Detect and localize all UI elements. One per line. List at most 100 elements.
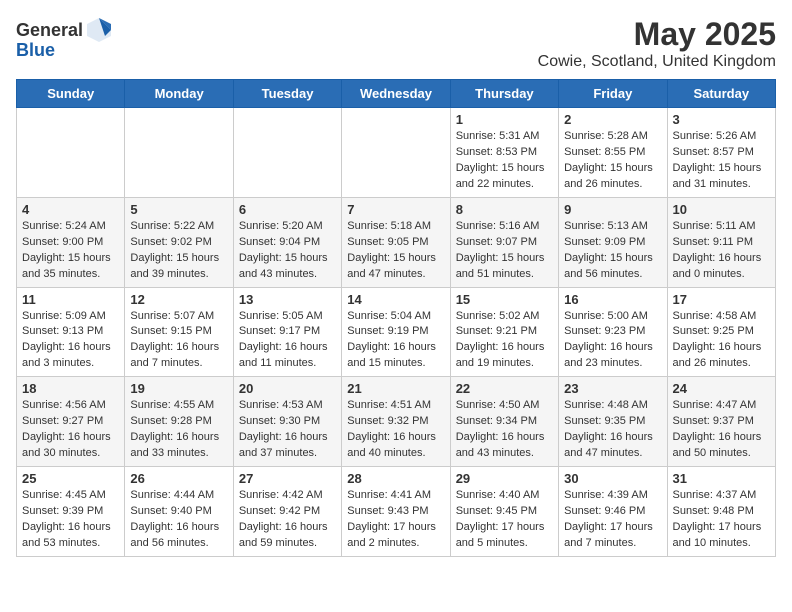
logo-blue: Blue	[16, 40, 55, 61]
calendar-table: Sunday Monday Tuesday Wednesday Thursday…	[16, 79, 776, 557]
calendar-week-row: 18 Sunrise: 4:56 AM Sunset: 9:27 PM Dayli…	[17, 377, 776, 467]
day-info: Sunrise: 4:37 AM Sunset: 9:48 PM Dayligh…	[673, 488, 770, 552]
header-thursday: Thursday	[450, 80, 558, 108]
day-info: Sunrise: 4:47 AM Sunset: 9:37 PM Dayligh…	[673, 398, 770, 462]
day-info: Sunrise: 5:13 AM Sunset: 9:09 PM Dayligh…	[564, 219, 661, 283]
table-row	[125, 108, 233, 198]
day-number: 28	[347, 471, 444, 486]
table-row	[17, 108, 125, 198]
day-number: 13	[239, 292, 336, 307]
day-number: 25	[22, 471, 119, 486]
day-info: Sunrise: 4:51 AM Sunset: 9:32 PM Dayligh…	[347, 398, 444, 462]
header-sunday: Sunday	[17, 80, 125, 108]
day-info: Sunrise: 5:26 AM Sunset: 8:57 PM Dayligh…	[673, 129, 770, 193]
day-number: 26	[130, 471, 227, 486]
day-number: 9	[564, 202, 661, 217]
table-row: 14Sunrise: 5:04 AM Sunset: 9:19 PM Dayli…	[342, 287, 450, 377]
table-row: 6 Sunrise: 5:20 AM Sunset: 9:04 PM Daylig…	[233, 197, 341, 287]
calendar-week-row: 4Sunrise: 5:24 AM Sunset: 9:00 PM Daylig…	[17, 197, 776, 287]
table-row: 18 Sunrise: 4:56 AM Sunset: 9:27 PM Dayli…	[17, 377, 125, 467]
page-header: General Blue May 2025 Cowie, Scotland, U…	[16, 16, 776, 71]
table-row	[233, 108, 341, 198]
table-row: 3 Sunrise: 5:26 AM Sunset: 8:57 PM Daylig…	[667, 108, 775, 198]
table-row: 24 Sunrise: 4:47 AM Sunset: 9:37 PM Dayli…	[667, 377, 775, 467]
table-row: 27 Sunrise: 4:42 AM Sunset: 9:42 PM Dayli…	[233, 467, 341, 557]
day-info: Sunrise: 5:07 AM Sunset: 9:15 PM Dayligh…	[130, 309, 227, 373]
table-row: 23 Sunrise: 4:48 AM Sunset: 9:35 PM Dayli…	[559, 377, 667, 467]
table-row: 12Sunrise: 5:07 AM Sunset: 9:15 PM Dayli…	[125, 287, 233, 377]
location-subtitle: Cowie, Scotland, United Kingdom	[538, 53, 776, 71]
table-row: 10 Sunrise: 5:11 AM Sunset: 9:11 PM Dayli…	[667, 197, 775, 287]
header-wednesday: Wednesday	[342, 80, 450, 108]
calendar-week-row: 25 Sunrise: 4:45 AM Sunset: 9:39 PM Dayli…	[17, 467, 776, 557]
table-row: 16 Sunrise: 5:00 AM Sunset: 9:23 PM Dayli…	[559, 287, 667, 377]
day-info: Sunrise: 5:28 AM Sunset: 8:55 PM Dayligh…	[564, 129, 661, 193]
table-row: 11 Sunrise: 5:09 AM Sunset: 9:13 PM Dayli…	[17, 287, 125, 377]
day-number: 5	[130, 202, 227, 217]
table-row: 26 Sunrise: 4:44 AM Sunset: 9:40 PM Dayli…	[125, 467, 233, 557]
day-number: 23	[564, 381, 661, 396]
day-number: 22	[456, 381, 553, 396]
title-section: May 2025 Cowie, Scotland, United Kingdom	[538, 16, 776, 71]
day-info: Sunrise: 5:04 AM Sunset: 9:19 PM Dayligh…	[347, 309, 444, 373]
table-row: 22 Sunrise: 4:50 AM Sunset: 9:34 PM Dayli…	[450, 377, 558, 467]
table-row: 5Sunrise: 5:22 AM Sunset: 9:02 PM Daylig…	[125, 197, 233, 287]
day-info: Sunrise: 4:53 AM Sunset: 9:30 PM Dayligh…	[239, 398, 336, 462]
day-number: 19	[130, 381, 227, 396]
month-title: May 2025	[538, 16, 776, 53]
day-info: Sunrise: 5:00 AM Sunset: 9:23 PM Dayligh…	[564, 309, 661, 373]
table-row: 28Sunrise: 4:41 AM Sunset: 9:43 PM Dayli…	[342, 467, 450, 557]
table-row: 21 Sunrise: 4:51 AM Sunset: 9:32 PM Dayli…	[342, 377, 450, 467]
day-info: Sunrise: 5:11 AM Sunset: 9:11 PM Dayligh…	[673, 219, 770, 283]
day-number: 2	[564, 112, 661, 127]
day-info: Sunrise: 4:39 AM Sunset: 9:46 PM Dayligh…	[564, 488, 661, 552]
day-number: 27	[239, 471, 336, 486]
header-friday: Friday	[559, 80, 667, 108]
day-number: 8	[456, 202, 553, 217]
day-number: 4	[22, 202, 119, 217]
table-row: 19 Sunrise: 4:55 AM Sunset: 9:28 PM Dayli…	[125, 377, 233, 467]
day-info: Sunrise: 4:56 AM Sunset: 9:27 PM Dayligh…	[22, 398, 119, 462]
table-row: 7Sunrise: 5:18 AM Sunset: 9:05 PM Daylig…	[342, 197, 450, 287]
weekday-header-row: Sunday Monday Tuesday Wednesday Thursday…	[17, 80, 776, 108]
day-info: Sunrise: 5:05 AM Sunset: 9:17 PM Dayligh…	[239, 309, 336, 373]
day-info: Sunrise: 4:42 AM Sunset: 9:42 PM Dayligh…	[239, 488, 336, 552]
table-row: 20 Sunrise: 4:53 AM Sunset: 9:30 PM Dayli…	[233, 377, 341, 467]
table-row: 29Sunrise: 4:40 AM Sunset: 9:45 PM Dayli…	[450, 467, 558, 557]
day-number: 30	[564, 471, 661, 486]
day-info: Sunrise: 5:20 AM Sunset: 9:04 PM Dayligh…	[239, 219, 336, 283]
table-row: 4Sunrise: 5:24 AM Sunset: 9:00 PM Daylig…	[17, 197, 125, 287]
day-info: Sunrise: 5:09 AM Sunset: 9:13 PM Dayligh…	[22, 309, 119, 373]
day-info: Sunrise: 5:31 AM Sunset: 8:53 PM Dayligh…	[456, 129, 553, 193]
day-number: 6	[239, 202, 336, 217]
table-row: 9 Sunrise: 5:13 AM Sunset: 9:09 PM Daylig…	[559, 197, 667, 287]
day-number: 1	[456, 112, 553, 127]
header-monday: Monday	[125, 80, 233, 108]
day-number: 15	[456, 292, 553, 307]
day-info: Sunrise: 4:40 AM Sunset: 9:45 PM Dayligh…	[456, 488, 553, 552]
calendar-week-row: 11 Sunrise: 5:09 AM Sunset: 9:13 PM Dayli…	[17, 287, 776, 377]
table-row: 2 Sunrise: 5:28 AM Sunset: 8:55 PM Daylig…	[559, 108, 667, 198]
day-info: Sunrise: 4:45 AM Sunset: 9:39 PM Dayligh…	[22, 488, 119, 552]
day-number: 3	[673, 112, 770, 127]
day-number: 16	[564, 292, 661, 307]
table-row	[342, 108, 450, 198]
day-number: 11	[22, 292, 119, 307]
day-info: Sunrise: 4:48 AM Sunset: 9:35 PM Dayligh…	[564, 398, 661, 462]
logo-flag-icon	[85, 16, 113, 44]
day-number: 10	[673, 202, 770, 217]
logo: General Blue	[16, 16, 113, 61]
day-number: 21	[347, 381, 444, 396]
day-info: Sunrise: 5:18 AM Sunset: 9:05 PM Dayligh…	[347, 219, 444, 283]
day-info: Sunrise: 4:44 AM Sunset: 9:40 PM Dayligh…	[130, 488, 227, 552]
day-number: 17	[673, 292, 770, 307]
table-row: 25 Sunrise: 4:45 AM Sunset: 9:39 PM Dayli…	[17, 467, 125, 557]
day-info: Sunrise: 4:50 AM Sunset: 9:34 PM Dayligh…	[456, 398, 553, 462]
table-row: 15Sunrise: 5:02 AM Sunset: 9:21 PM Dayli…	[450, 287, 558, 377]
day-number: 31	[673, 471, 770, 486]
day-number: 18	[22, 381, 119, 396]
day-info: Sunrise: 4:55 AM Sunset: 9:28 PM Dayligh…	[130, 398, 227, 462]
day-number: 24	[673, 381, 770, 396]
day-number: 20	[239, 381, 336, 396]
table-row: 17Sunrise: 4:58 AM Sunset: 9:25 PM Dayli…	[667, 287, 775, 377]
